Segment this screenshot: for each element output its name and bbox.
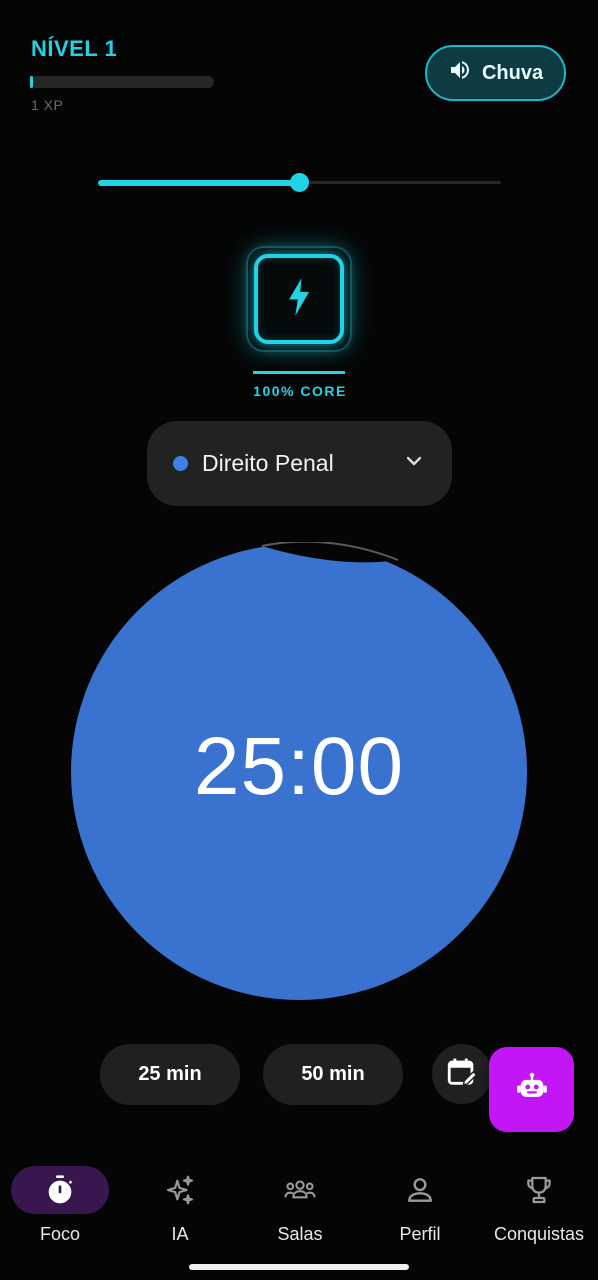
schedule-button[interactable] [432, 1044, 492, 1104]
core-badge [254, 254, 344, 344]
preset-50-min-button[interactable]: 50 min [263, 1044, 403, 1105]
bottom-navigation: Foco IA Salas Perfil Conquistas [0, 1150, 598, 1255]
level-title: NÍVEL 1 [31, 36, 118, 61]
nav-label-perfil: Perfil [399, 1224, 441, 1244]
sparkles-icon [164, 1174, 196, 1206]
nav-item-foco[interactable]: Foco [0, 1150, 120, 1255]
subject-selector[interactable]: Direito Penal [147, 421, 452, 506]
nav-label-conquistas: Conquistas [493, 1224, 585, 1244]
xp-progress-fill [30, 76, 33, 88]
ambient-sound-label: Chuva [481, 61, 544, 84]
person-icon [404, 1174, 436, 1206]
home-indicator[interactable] [189, 1264, 409, 1270]
trophy-icon [523, 1174, 555, 1206]
chevron-down-icon [402, 449, 426, 478]
xp-text: 1 XP [31, 97, 64, 113]
ambient-sound-button[interactable]: Chuva [425, 45, 566, 101]
nav-item-ia[interactable]: IA [120, 1150, 240, 1255]
nav-item-conquistas[interactable]: Conquistas [479, 1150, 598, 1255]
timer-display: 25:00 [193, 721, 405, 812]
core-level-bar [253, 371, 345, 374]
nav-label-salas: Salas [277, 1224, 323, 1244]
subject-name: Direito Penal [202, 450, 334, 476]
stopwatch-icon [44, 1174, 76, 1206]
xp-progress-track [30, 76, 214, 88]
core-label: 100% CORE [253, 383, 347, 399]
subject-color-dot [173, 456, 188, 471]
nav-label-ia: IA [171, 1224, 189, 1244]
lightning-icon [284, 277, 314, 322]
volume-slider-fill [98, 180, 300, 186]
volume-slider-thumb[interactable] [290, 173, 309, 192]
group-icon [283, 1174, 316, 1206]
nav-label-foco: Foco [39, 1224, 81, 1244]
preset-25-min-button[interactable]: 25 min [100, 1044, 240, 1105]
ai-assistant-button[interactable] [489, 1047, 574, 1132]
nav-item-perfil[interactable]: Perfil [360, 1150, 480, 1255]
volume-icon [448, 58, 472, 88]
robot-icon [515, 1070, 549, 1109]
calendar-edit-icon [445, 1055, 479, 1094]
nav-item-salas[interactable]: Salas [240, 1150, 360, 1255]
